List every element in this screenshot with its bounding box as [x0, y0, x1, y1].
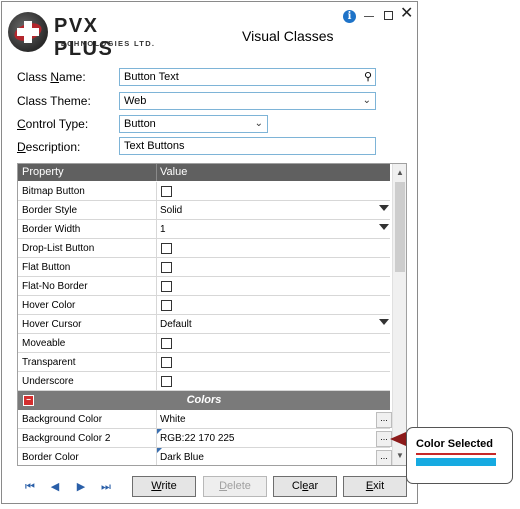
control-type-select[interactable]: Button ⌄ — [119, 115, 268, 133]
property-row[interactable]: Underscore — [18, 372, 390, 391]
property-name: Transparent — [22, 357, 76, 368]
property-checkbox[interactable] — [161, 243, 172, 254]
pvx-logo: PVX PLUS TECHNOLOGIES LTD. — [8, 12, 158, 60]
grid-header: Property Value — [18, 164, 390, 181]
property-name: Moveable — [22, 338, 66, 349]
clear-button[interactable]: Clear — [273, 476, 337, 497]
class-name-input[interactable]: Button Text ⚲ — [119, 68, 376, 86]
write-button[interactable]: Write — [132, 476, 196, 497]
property-value: 1 — [160, 224, 166, 235]
info-icon[interactable]: i — [343, 10, 356, 23]
chevron-down-icon: ⌄ — [254, 118, 263, 129]
brand-name: PVX PLUS — [54, 15, 114, 60]
color-property-row[interactable]: Border Color Dark Blue... — [18, 448, 392, 465]
property-row[interactable]: Border Width 1 — [18, 220, 390, 239]
next-record-icon[interactable]: ▶ — [74, 480, 88, 494]
property-row[interactable]: Border Style Solid — [18, 201, 390, 220]
property-name: Underscore — [22, 376, 74, 387]
description-label: Description: — [17, 140, 81, 154]
property-row[interactable]: Drop-List Button — [18, 239, 390, 258]
property-column-header: Property — [22, 166, 64, 178]
color-property-row[interactable]: Background Color White... — [18, 410, 392, 429]
property-checkbox[interactable] — [161, 376, 172, 387]
property-name: Flat Button — [22, 262, 71, 273]
property-name: Flat-No Border — [22, 281, 88, 292]
first-record-icon[interactable]: ⏮ — [23, 480, 37, 494]
property-row[interactable]: Transparent — [18, 353, 390, 372]
property-name: Border Color — [22, 452, 79, 463]
property-name: Bitmap Button — [22, 186, 85, 197]
class-name-label: Class Name: — [17, 70, 86, 84]
dropdown-arrow-icon[interactable] — [379, 224, 389, 230]
delete-button[interactable]: Delete — [203, 476, 267, 497]
property-name: Border Width — [22, 224, 81, 235]
property-row[interactable]: Flat Button — [18, 258, 390, 277]
ellipsis-button[interactable]: ... — [376, 450, 392, 465]
callout-pointer — [390, 432, 406, 446]
property-checkbox[interactable] — [161, 300, 172, 311]
property-value: Default — [160, 319, 192, 330]
ellipsis-button[interactable]: ... — [376, 412, 392, 428]
property-value: Solid — [160, 205, 183, 216]
grid-scrollbar[interactable]: ▲ ▼ — [392, 164, 406, 465]
description-input[interactable]: Text Buttons — [119, 137, 376, 155]
scroll-up-icon[interactable]: ▲ — [396, 168, 404, 177]
property-checkbox[interactable] — [161, 186, 172, 197]
property-value: RGB:22 170 225 — [160, 433, 235, 444]
title-bar: PVX PLUS TECHNOLOGIES LTD. Visual Classe… — [2, 2, 417, 60]
property-checkbox[interactable] — [161, 281, 172, 292]
minimize-icon[interactable] — [364, 16, 374, 17]
property-checkbox[interactable] — [161, 262, 172, 273]
property-name: Background Color — [22, 414, 103, 425]
chevron-down-icon: ⌄ — [362, 95, 371, 106]
exit-button[interactable]: Exit — [343, 476, 407, 497]
control-type-label: Control Type: — [17, 117, 89, 131]
color-property-row[interactable]: Background Color 2 RGB:22 170 225... — [18, 429, 392, 448]
maximize-icon[interactable] — [384, 11, 393, 20]
property-value: Dark Blue — [160, 452, 204, 463]
property-name: Background Color 2 — [22, 433, 111, 444]
property-row[interactable]: Flat-No Border — [18, 277, 390, 296]
callout-text: Color Selected — [416, 438, 494, 450]
scroll-down-icon[interactable]: ▼ — [396, 451, 404, 460]
property-name: Hover Cursor — [22, 319, 82, 330]
property-value: White — [160, 414, 186, 425]
color-selected-callout: Color Selected — [406, 427, 513, 484]
property-row[interactable]: Moveable — [18, 334, 390, 353]
class-theme-label: Class Theme: — [17, 94, 91, 108]
property-checkbox[interactable] — [161, 338, 172, 349]
brand-subtitle: TECHNOLOGIES LTD. — [55, 39, 156, 48]
property-checkbox[interactable] — [161, 357, 172, 368]
property-name: Hover Color — [22, 300, 76, 311]
class-theme-select[interactable]: Web ⌄ — [119, 92, 376, 110]
close-icon[interactable]: ✕ — [400, 6, 413, 22]
value-column-header: Value — [160, 166, 188, 178]
property-row[interactable]: Bitmap Button — [18, 182, 390, 201]
property-name: Border Style — [22, 205, 78, 216]
color-swatch — [416, 458, 496, 466]
last-record-icon[interactable]: ⏭ — [99, 480, 113, 494]
dropdown-arrow-icon[interactable] — [379, 319, 389, 325]
dropdown-arrow-icon[interactable] — [379, 205, 389, 211]
scroll-thumb[interactable] — [395, 182, 405, 272]
property-name: Drop-List Button — [22, 243, 95, 254]
property-grid: Property Value Bitmap Button Border Style… — [17, 163, 407, 466]
property-row[interactable]: Hover Color — [18, 296, 390, 315]
colors-section-header[interactable]: − Colors — [18, 391, 390, 410]
previous-record-icon[interactable]: ◀ — [48, 480, 62, 494]
section-title: Colors — [186, 394, 222, 406]
window-title: Visual Classes — [242, 28, 334, 44]
property-row[interactable]: Hover Cursor Default — [18, 315, 390, 334]
binoculars-icon[interactable]: ⚲ — [364, 70, 372, 83]
visual-classes-window: PVX PLUS TECHNOLOGIES LTD. Visual Classe… — [1, 1, 418, 504]
